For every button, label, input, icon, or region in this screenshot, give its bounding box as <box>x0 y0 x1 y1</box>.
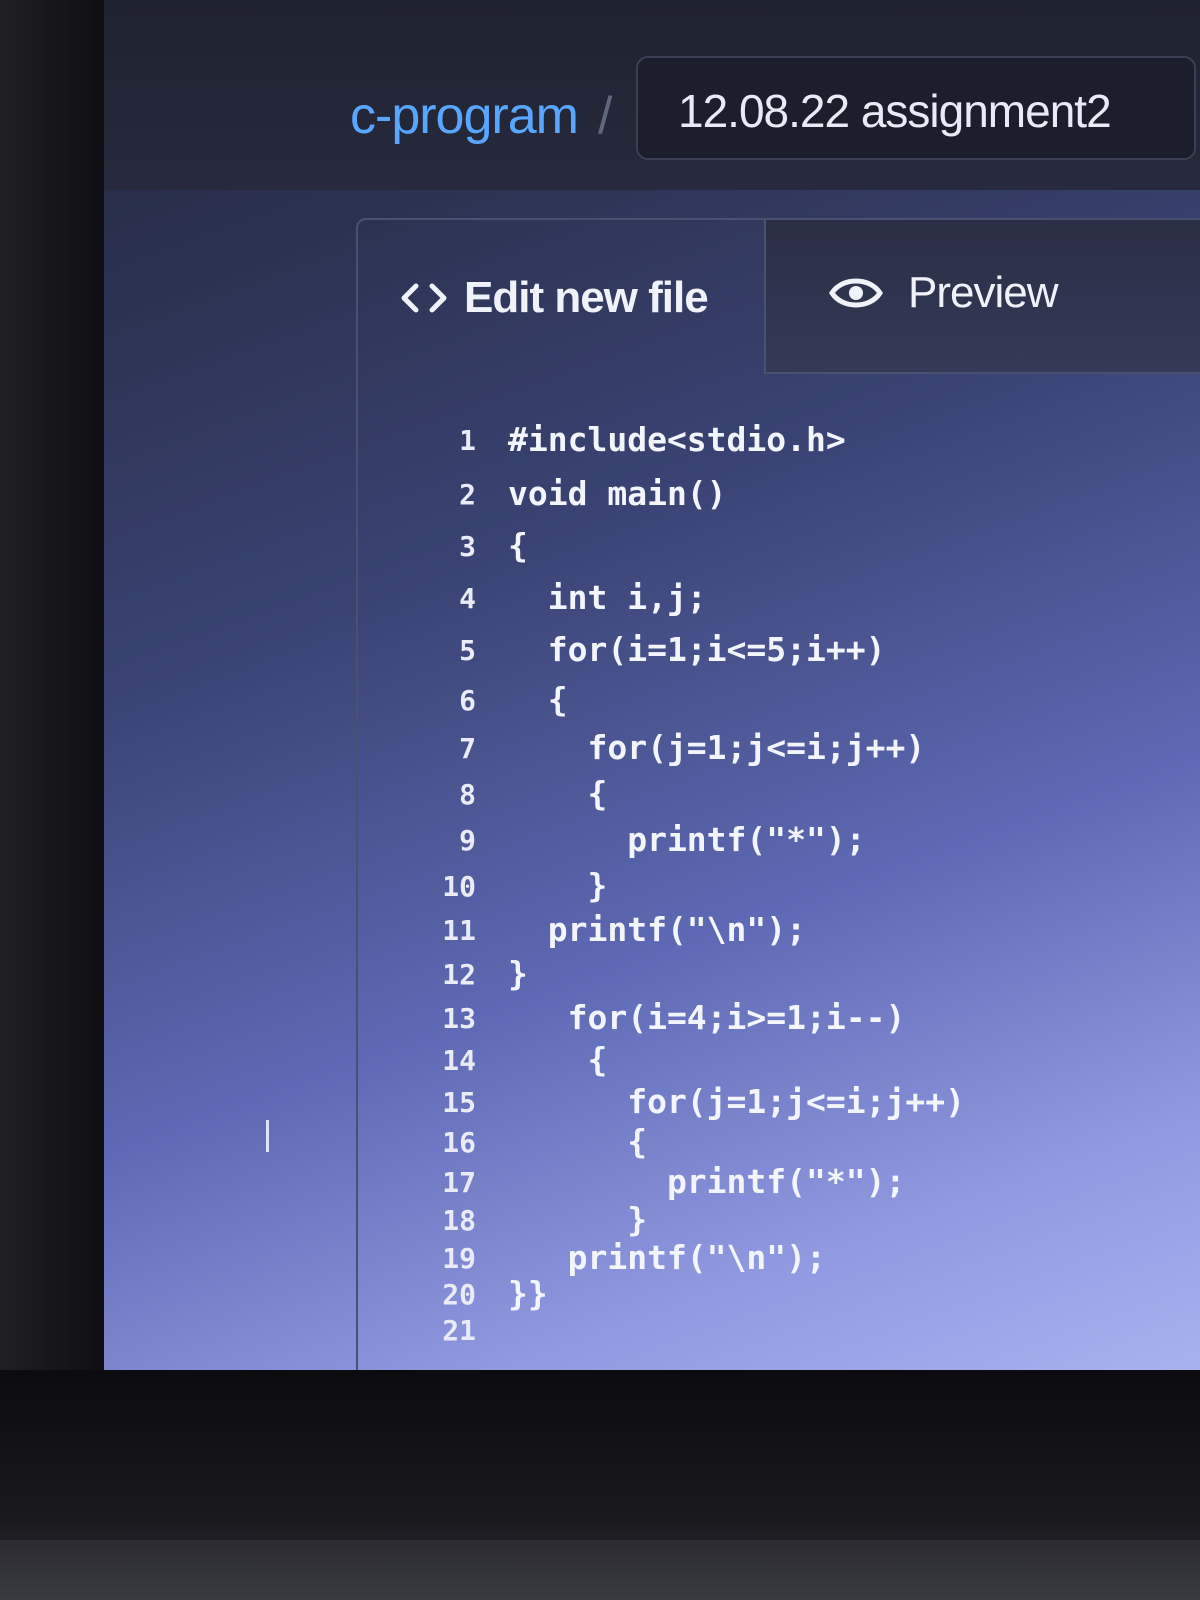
line-number: 1 <box>459 424 476 457</box>
code-line: for(i=1;i<=5;i++) <box>508 630 886 669</box>
desk-surface <box>0 1540 1200 1600</box>
code-line: void main() <box>508 474 727 513</box>
page-header: c-program / 12.08.22 assignment2 <box>104 0 1200 190</box>
code-line: { <box>508 1040 608 1079</box>
code-line: int i,j; <box>508 578 707 617</box>
code-line: } <box>508 1200 648 1239</box>
tab-edit-label: Edit new file <box>464 273 709 322</box>
repo-link[interactable]: c-program <box>350 86 579 146</box>
code-line: { <box>508 526 528 565</box>
eye-icon <box>828 271 884 315</box>
tab-preview-label: Preview <box>908 268 1058 317</box>
laptop-bezel-left <box>0 0 110 1600</box>
line-number: 13 <box>442 1002 476 1035</box>
line-number: 4 <box>459 582 476 615</box>
line-number: 7 <box>459 732 476 765</box>
line-number: 6 <box>459 684 476 717</box>
code-line: { <box>508 680 568 719</box>
line-number: 18 <box>442 1204 476 1237</box>
line-number: 19 <box>442 1242 476 1275</box>
line-number: 14 <box>442 1044 476 1077</box>
filename-input[interactable]: 12.08.22 assignment2 <box>636 56 1196 160</box>
line-number: 5 <box>459 634 476 667</box>
line-number: 3 <box>459 530 476 563</box>
tab-edit-file[interactable]: Edit new file <box>398 268 709 328</box>
line-number: 20 <box>442 1278 476 1311</box>
line-number: 17 <box>442 1166 476 1199</box>
code-brackets-icon <box>398 278 450 318</box>
code-line: printf("*"); <box>508 820 866 859</box>
code-line: printf("\n"); <box>508 1238 826 1277</box>
line-number: 8 <box>459 778 476 811</box>
filename-value: 12.08.22 assignment2 <box>678 85 1112 137</box>
code-line: printf("\n"); <box>508 910 807 949</box>
line-number: 9 <box>459 824 476 857</box>
line-number: 15 <box>442 1086 476 1119</box>
line-number: 12 <box>442 958 476 991</box>
code-line: } <box>508 866 608 905</box>
code-line: for(j=1;j<=i;j++) <box>508 1082 965 1121</box>
code-line: } <box>508 954 528 993</box>
editor-panel: Edit new file Preview 1 2 3 4 5 6 7 8 9 … <box>356 218 1200 1375</box>
code-editor[interactable]: 1 2 3 4 5 6 7 8 9 10 11 12 13 14 15 16 1… <box>358 420 1200 1370</box>
line-number: 2 <box>459 478 476 511</box>
code-line: printf("*"); <box>508 1162 906 1201</box>
line-number: 10 <box>442 870 476 903</box>
breadcrumb-separator: / <box>598 87 613 145</box>
text-cursor <box>266 1120 269 1152</box>
code-line: { <box>508 774 608 813</box>
code-line: { <box>508 1122 648 1161</box>
line-number: 16 <box>442 1126 476 1159</box>
line-number: 21 <box>442 1314 476 1347</box>
tab-preview[interactable]: Preview <box>764 220 1200 374</box>
code-line: #include<stdio.h> <box>508 420 846 459</box>
screen: c-program / 12.08.22 assignment2 Edit ne… <box>104 0 1200 1375</box>
line-number: 11 <box>442 914 476 947</box>
code-line: }} <box>508 1274 548 1313</box>
code-line: for(i=4;i>=1;i--) <box>508 998 906 1037</box>
code-line: for(j=1;j<=i;j++) <box>508 728 926 767</box>
editor-tab-bar: Edit new file Preview <box>358 220 1200 376</box>
